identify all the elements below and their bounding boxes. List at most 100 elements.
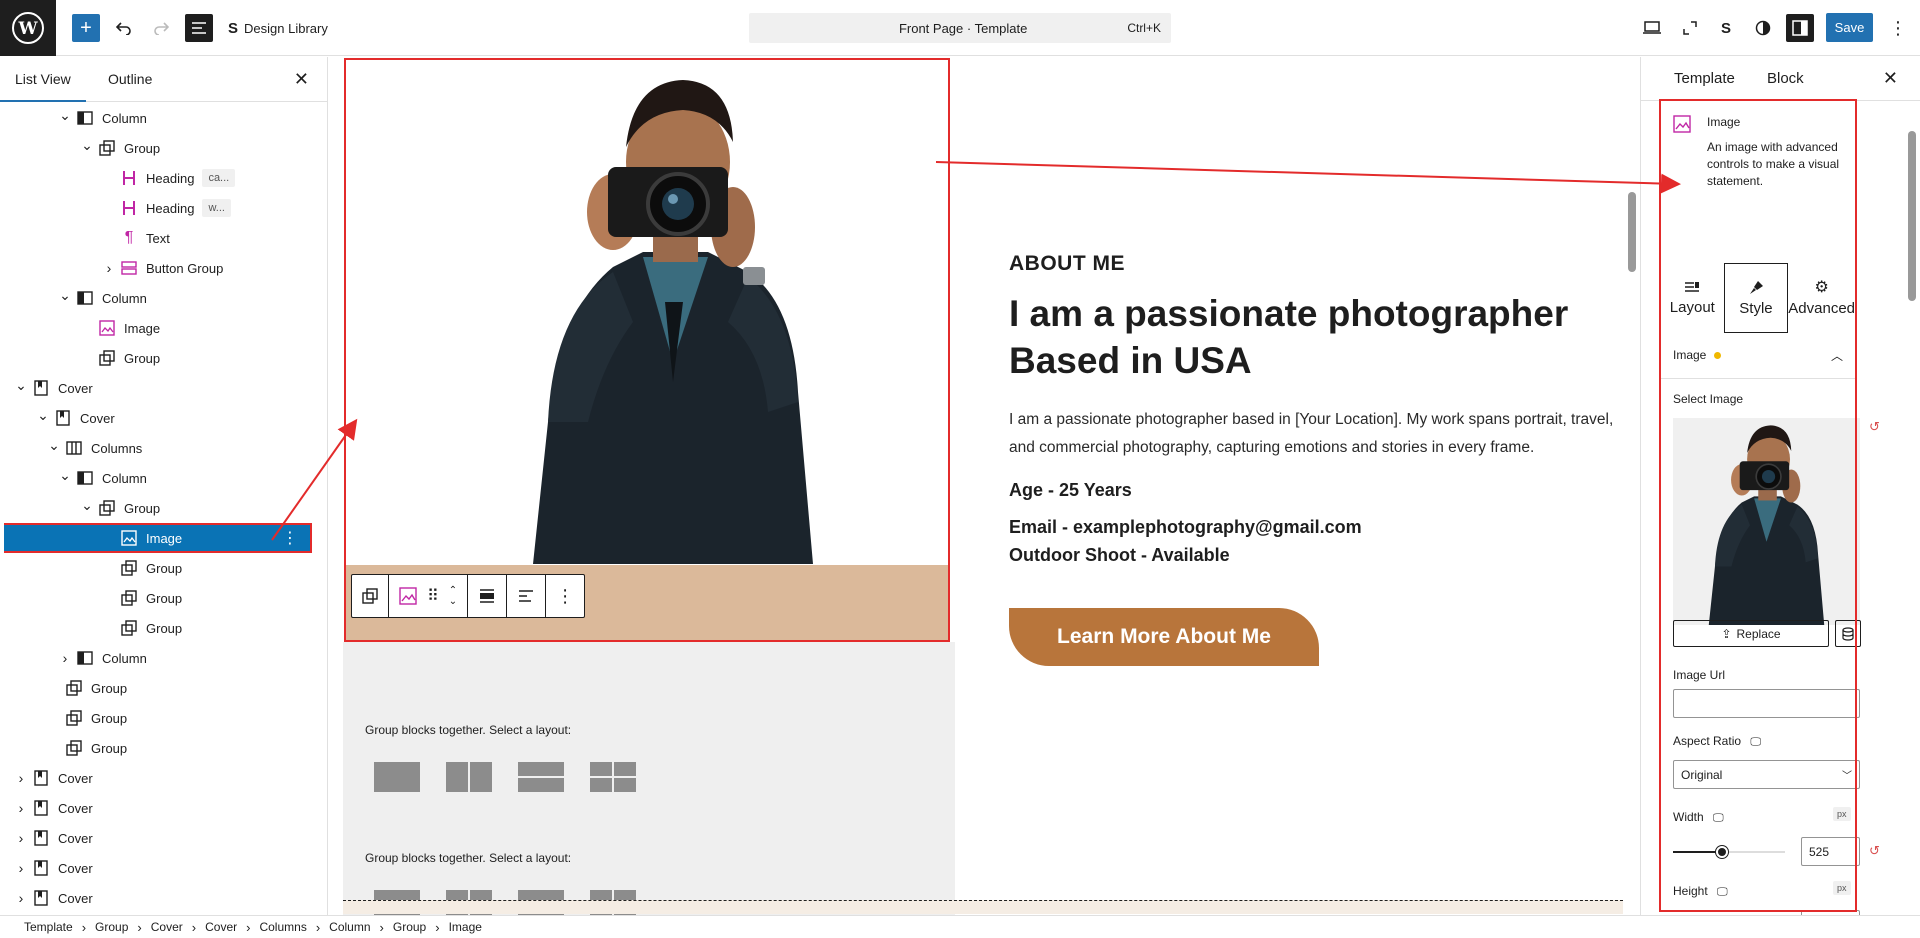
- list-item[interactable]: ⌄ Column: [4, 463, 312, 493]
- close-icon[interactable]: ✕: [1883, 68, 1898, 89]
- breadcrumb-item[interactable]: Image: [449, 920, 482, 934]
- tab-outline[interactable]: Outline: [108, 71, 152, 87]
- about-main-heading[interactable]: I am a passionate photographer Based in …: [1009, 290, 1619, 384]
- cover-icon: [54, 409, 72, 427]
- list-item[interactable]: Group: [4, 613, 312, 643]
- styles-contrast-icon[interactable]: [1749, 14, 1777, 42]
- breadcrumb-item[interactable]: Column: [329, 920, 370, 934]
- chevron-right-icon[interactable]: ›: [14, 890, 28, 906]
- chevron-down-icon[interactable]: ⌄: [80, 498, 94, 515]
- learn-more-button[interactable]: Learn More About Me: [1009, 608, 1319, 666]
- list-item[interactable]: › Cover: [4, 793, 312, 823]
- chevron-down-icon[interactable]: ⌄: [80, 138, 94, 155]
- list-item[interactable]: ⌄ Cover: [4, 373, 312, 403]
- canvas-scroll-thumb[interactable]: [1628, 192, 1636, 272]
- breadcrumb-item[interactable]: Group: [393, 920, 426, 934]
- chevron-right-icon[interactable]: ›: [14, 860, 28, 876]
- design-library-button[interactable]: S Design Library: [228, 14, 328, 42]
- breadcrumb-item[interactable]: Cover: [205, 920, 237, 934]
- list-item[interactable]: ⌄ Column: [4, 103, 312, 133]
- document-overview-button[interactable]: [185, 14, 213, 42]
- breadcrumb-item[interactable]: Columns: [259, 920, 306, 934]
- chevron-down-icon[interactable]: ⌄: [58, 108, 72, 125]
- settings-sidebar-icon[interactable]: [1786, 14, 1814, 42]
- layout-grid-option[interactable]: [590, 762, 636, 792]
- chevron-down-icon[interactable]: ⌄: [14, 378, 28, 395]
- fullscreen-icon[interactable]: [1676, 14, 1704, 42]
- breadcrumb-item[interactable]: Template: [24, 920, 73, 934]
- about-paragraph[interactable]: I am a passionate photographer based in …: [1009, 406, 1619, 462]
- undo-icon[interactable]: [111, 14, 137, 42]
- list-item[interactable]: Group: [4, 553, 312, 583]
- save-button[interactable]: Save: [1826, 13, 1873, 42]
- about-eyebrow-heading[interactable]: ABOUT ME: [1009, 252, 1619, 276]
- about-column: ABOUT ME I am a passionate photographer …: [1009, 252, 1619, 569]
- breadcrumb-item[interactable]: Cover: [151, 920, 183, 934]
- redo-icon[interactable]: [148, 14, 174, 42]
- layout-row-option[interactable]: [446, 762, 492, 792]
- reset-width-icon[interactable]: ↺: [1869, 843, 1880, 859]
- list-item[interactable]: ⌄ Columns: [4, 433, 312, 463]
- stackable-icon[interactable]: S: [1712, 14, 1740, 42]
- about-outdoor[interactable]: Outdoor Shoot - Available: [1009, 541, 1619, 569]
- chevron-down-icon[interactable]: ⌄: [58, 288, 72, 305]
- settings-scroll-thumb[interactable]: [1908, 131, 1916, 301]
- layout-stack-option[interactable]: [518, 762, 564, 792]
- layout-group-option[interactable]: [374, 762, 420, 792]
- reset-image-icon[interactable]: ↺: [1869, 419, 1880, 435]
- list-item[interactable]: Group: [4, 673, 312, 703]
- list-item[interactable]: › Cover: [4, 823, 312, 853]
- wordpress-logo-icon[interactable]: W: [0, 0, 56, 56]
- settings-scrollbar[interactable]: [1904, 101, 1920, 915]
- desktop-preview-icon[interactable]: [1638, 14, 1666, 42]
- list-item[interactable]: Group: [4, 583, 312, 613]
- list-item[interactable]: › Cover: [4, 853, 312, 883]
- list-item[interactable]: ¶ Text: [4, 223, 312, 253]
- heading-icon: [120, 199, 138, 217]
- tab-list-view[interactable]: List View: [0, 71, 86, 102]
- command-palette-bar[interactable]: Front Page · Template Ctrl+K: [749, 13, 1171, 43]
- list-item[interactable]: Image: [4, 313, 312, 343]
- about-email[interactable]: Email - examplephotography@gmail.com: [1009, 513, 1619, 541]
- about-age[interactable]: Age - 25 Years: [1009, 480, 1619, 501]
- list-item[interactable]: Heading ca...: [4, 163, 312, 193]
- chevron-down-icon[interactable]: ⌄: [36, 408, 50, 425]
- list-item[interactable]: ⌄ Cover: [4, 403, 312, 433]
- chevron-down-icon[interactable]: ⌄: [47, 438, 61, 455]
- list-item[interactable]: › Cover: [4, 763, 312, 793]
- list-item[interactable]: Group: [4, 733, 312, 763]
- list-item[interactable]: Group: [4, 703, 312, 733]
- column-icon: [76, 289, 94, 307]
- list-item[interactable]: Heading w...: [4, 193, 312, 223]
- chevron-right-icon[interactable]: ›: [58, 650, 72, 666]
- list-item[interactable]: ⌄ Group: [4, 133, 312, 163]
- block-breadcrumb: Template › Group › Cover › Cover › Columns › Colum…: [0, 915, 1920, 938]
- breadcrumb-item[interactable]: Group: [95, 920, 128, 934]
- options-kebab-icon[interactable]: ⋮: [1884, 14, 1912, 42]
- list-item[interactable]: › Column: [4, 643, 312, 673]
- close-icon[interactable]: ✕: [294, 69, 309, 90]
- cover-icon: [32, 799, 50, 817]
- group-icon: [120, 619, 138, 637]
- chevron-right-icon[interactable]: ›: [102, 260, 116, 276]
- row-options-icon[interactable]: ⋮: [282, 528, 298, 548]
- image-icon: [98, 319, 116, 337]
- tab-template[interactable]: Template: [1674, 70, 1735, 87]
- list-item[interactable]: Image ⋮: [4, 523, 312, 553]
- chevron-right-icon: ›: [137, 919, 142, 935]
- canvas-scrollbar[interactable]: [1625, 57, 1639, 915]
- tab-block[interactable]: Block: [1767, 70, 1804, 87]
- list-item[interactable]: ⌄ Group: [4, 493, 312, 523]
- list-item[interactable]: › Cover: [4, 883, 312, 913]
- list-item[interactable]: ⌄ Column: [4, 283, 312, 313]
- column-icon: [76, 109, 94, 127]
- svg-text:W: W: [17, 19, 38, 39]
- chevron-down-icon[interactable]: ⌄: [58, 468, 72, 485]
- list-item[interactable]: Group: [4, 343, 312, 373]
- chevron-right-icon[interactable]: ›: [14, 800, 28, 816]
- list-item[interactable]: › Button Group: [4, 253, 312, 283]
- chevron-right-icon[interactable]: ›: [14, 770, 28, 786]
- add-block-button[interactable]: +: [72, 14, 100, 42]
- chevron-right-icon[interactable]: ›: [14, 830, 28, 846]
- group-icon: [98, 499, 116, 517]
